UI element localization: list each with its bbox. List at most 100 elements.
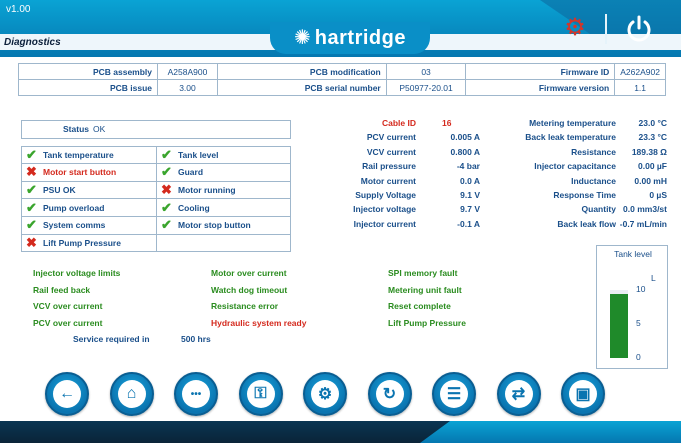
status-cell: ✔ Pump overload <box>21 198 157 217</box>
logo-text: hartridge <box>314 26 406 49</box>
firmware-id-label: Firmware ID <box>465 63 616 80</box>
measurement-row: Motor current 0.0 A <box>330 176 490 188</box>
fault-flag: PCV over current <box>33 317 103 328</box>
status-cell: ✔ Cooling <box>156 198 291 217</box>
measurement-label: Back leak flow <box>557 218 616 229</box>
check-icon: ✔ <box>161 199 172 215</box>
status-row: Status OK <box>21 120 291 139</box>
fault-flag: VCV over current <box>33 301 103 311</box>
measurement-label: Response Time <box>553 190 616 200</box>
app-header: v1.00 Diagnostics ✺ hartridge ⚙ <box>0 0 681 57</box>
measurement-row: Response Time 0 µS <box>500 190 670 202</box>
status-cell: ✖ Motor running <box>156 180 291 200</box>
home-button[interactable]: ⌂ <box>109 372 154 416</box>
measurement-row: Injector voltage 9.7 V <box>330 204 490 216</box>
sync-icon: ⇄ <box>504 380 533 408</box>
status-item-row: ✔ Pump overload ✔ Cooling <box>21 198 291 217</box>
check-icon: ✔ <box>26 146 37 162</box>
measurement-value: 23.0 °C <box>638 118 667 128</box>
status-item: ✔ Motor stop button <box>160 218 287 231</box>
fault-flags: Injector voltage limits Rail feed back VCV… <box>33 268 573 348</box>
measurement-value: -0.1 A <box>457 218 480 229</box>
status-item-label: Tank level <box>178 149 219 160</box>
logo-emblem-icon: ✺ <box>294 27 311 49</box>
measurement-value: -4 bar <box>456 161 480 172</box>
service-required-value: 500 hrs <box>181 334 211 344</box>
measurement-value: 0.0 mm3/st <box>623 204 667 215</box>
measurement-row: Back leak flow -0.7 mL/min <box>500 219 670 231</box>
pcb-info-table: PCB assembly A258A900 PCB modification 0… <box>17 63 666 96</box>
pcb-modification-value: 03 <box>385 63 467 80</box>
settings-button[interactable]: ⚙ <box>303 372 347 416</box>
measurement-value: 23.3 °C <box>638 132 667 143</box>
measurement-row: Injector current -0.1 A <box>330 219 490 231</box>
measurement-value: 0.00 mH <box>634 175 667 186</box>
measurement-row: Injector capacitance 0.00 µF <box>500 161 670 173</box>
footer-bar <box>0 421 681 443</box>
measurement-row: Resistance 189.38 Ω <box>500 147 670 159</box>
status-item-label: Motor start button <box>43 167 117 178</box>
measurement-value: 0.0 A <box>459 175 480 186</box>
fault-flag: Hydraulic system ready <box>211 317 307 328</box>
measurement-label: Injector current <box>353 218 416 229</box>
measurement-label: Quantity <box>581 204 616 215</box>
status-item: ✖ Motor start button <box>25 164 153 180</box>
status-value: OK <box>93 124 106 135</box>
gears-icon: ⚙ <box>311 380 339 408</box>
measurement-label: Injector voltage <box>353 204 416 215</box>
status-cell: ✔ Tank level <box>156 145 291 165</box>
ellipsis-icon: ••• <box>182 380 210 408</box>
sync-button[interactable]: ⇄ <box>496 372 541 416</box>
screen-title: Diagnostics <box>4 37 61 48</box>
tank-level-unit: L <box>651 273 656 283</box>
measurement-row: VCV current 0.800 A <box>330 147 490 159</box>
pcb-serial-label: PCB serial number <box>216 79 387 96</box>
measurement-label: Inductance <box>571 175 616 186</box>
document-button[interactable]: ☰ <box>432 372 476 416</box>
tank-level-title: Tank level <box>614 249 652 259</box>
measurement-label: Motor current <box>360 175 416 186</box>
measurement-label: Back leak temperature <box>525 132 616 143</box>
footer-accent <box>420 421 681 443</box>
status-item-label: Guard <box>178 167 204 178</box>
gears-icon: ⚙ <box>564 13 586 41</box>
check-icon: ✔ <box>26 199 37 215</box>
status-item-row: ✖ Lift Pump Pressure <box>21 233 291 253</box>
status-cell: ✖ Motor start button <box>21 163 157 182</box>
power-button[interactable] <box>624 14 654 44</box>
measurement-value: 16 <box>442 118 452 128</box>
save-button[interactable]: ▣ <box>561 372 605 416</box>
cross-icon: ✖ <box>26 164 37 180</box>
measurement-label: PCV current <box>366 132 416 143</box>
check-icon: ✔ <box>161 146 172 162</box>
refresh-button[interactable]: ↻ <box>367 372 412 416</box>
fault-flag: Rail feed back <box>33 284 91 295</box>
pcb-issue-label: PCB issue <box>17 79 159 96</box>
measurement-row: Back leak temperature 23.3 °C <box>500 132 670 144</box>
status-item-row: ✔ System comms ✔ Motor stop button <box>21 215 291 235</box>
measurement-row: Rail pressure -4 bar <box>330 161 490 173</box>
pcb-assembly-value: A258A900 <box>157 63 218 80</box>
tank-tick-label: 0 <box>636 352 641 362</box>
fault-flag: SPI memory fault <box>388 268 458 278</box>
back-button[interactable]: ← <box>45 372 89 416</box>
key-button[interactable]: ⚿ <box>238 372 283 416</box>
tank-level-panel: Tank level L 10 5 0 <box>596 245 668 369</box>
pcb-assembly-label: PCB assembly <box>17 63 159 80</box>
status-cell: ✔ Motor stop button <box>156 215 291 235</box>
firmware-id-value: A262A902 <box>614 63 666 80</box>
more-button[interactable]: ••• <box>174 372 218 416</box>
status-item-label: Cooling <box>178 202 210 213</box>
status-item: ✔ Cooling <box>160 199 287 215</box>
status-item-row: ✔ Tank temperature ✔ Tank level <box>21 145 291 165</box>
pcb-issue-value: 3.00 <box>157 79 218 96</box>
measurement-value: 0 µS <box>649 190 667 200</box>
measurement-label: Cable ID <box>381 118 416 128</box>
status-cell: ✔ Tank temperature <box>21 145 157 165</box>
status-label: Status <box>63 124 89 135</box>
refresh-icon: ↻ <box>375 380 404 408</box>
engineering-gears-button[interactable]: ⚙ <box>560 12 590 42</box>
measurement-row: Metering temperature 23.0 °C <box>500 118 670 130</box>
table-row: PCB issue 3.00 PCB serial number P50977-… <box>17 79 666 96</box>
status-cell <box>156 233 291 253</box>
